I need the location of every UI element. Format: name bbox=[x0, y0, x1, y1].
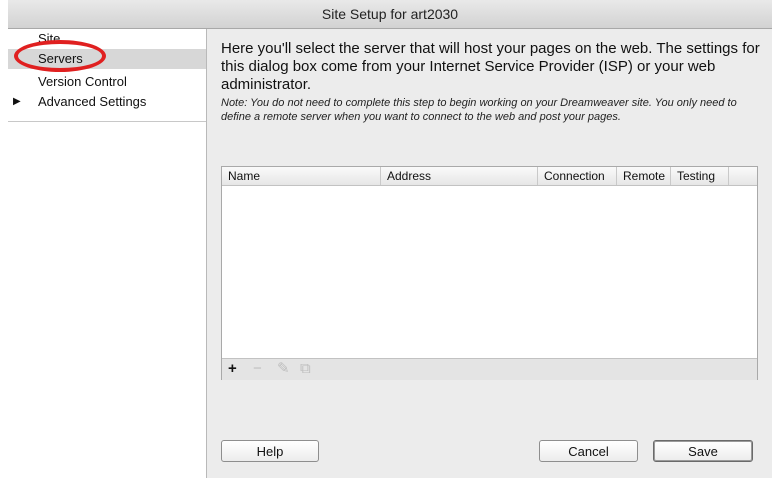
column-header-name[interactable]: Name bbox=[222, 167, 381, 185]
table-toolbar: + − ✎ ⧉ bbox=[222, 358, 757, 380]
servers-panel: Here you'll select the server that will … bbox=[208, 29, 772, 478]
site-setup-dialog: Site Setup for art2030 Site Servers Vers… bbox=[8, 0, 772, 478]
save-button[interactable]: Save bbox=[653, 440, 753, 462]
sidebar: Site Servers Version Control ▶ Advanced … bbox=[8, 29, 207, 478]
intro-text: Here you'll select the server that will … bbox=[221, 40, 760, 93]
annotation-ring bbox=[14, 40, 106, 72]
sidebar-item-advanced-settings[interactable]: ▶ Advanced Settings bbox=[8, 92, 206, 112]
help-button[interactable]: Help bbox=[221, 440, 319, 462]
column-header-address[interactable]: Address bbox=[381, 167, 538, 185]
sidebar-item-label: Version Control bbox=[38, 74, 127, 89]
sidebar-item-label: Advanced Settings bbox=[38, 94, 147, 109]
column-header-connection[interactable]: Connection bbox=[538, 167, 617, 185]
minus-icon[interactable]: − bbox=[253, 360, 262, 378]
column-header-remote[interactable]: Remote bbox=[617, 167, 671, 185]
duplicate-icon[interactable]: ⧉ bbox=[300, 360, 311, 378]
window-title: Site Setup for art2030 bbox=[8, 0, 772, 29]
table-header: Name Address Connection Remote Testing bbox=[222, 167, 757, 186]
note-text: Note: You do not need to complete this s… bbox=[221, 97, 737, 123]
sidebar-item-version-control[interactable]: Version Control bbox=[8, 72, 206, 92]
pencil-icon[interactable]: ✎ bbox=[277, 360, 290, 378]
sidebar-divider bbox=[8, 121, 206, 122]
disclosure-triangle-icon[interactable]: ▶ bbox=[13, 92, 21, 112]
servers-table: Name Address Connection Remote Testing +… bbox=[221, 166, 758, 380]
column-header-testing[interactable]: Testing bbox=[671, 167, 729, 185]
plus-icon[interactable]: + bbox=[228, 360, 237, 378]
cancel-button[interactable]: Cancel bbox=[539, 440, 638, 462]
